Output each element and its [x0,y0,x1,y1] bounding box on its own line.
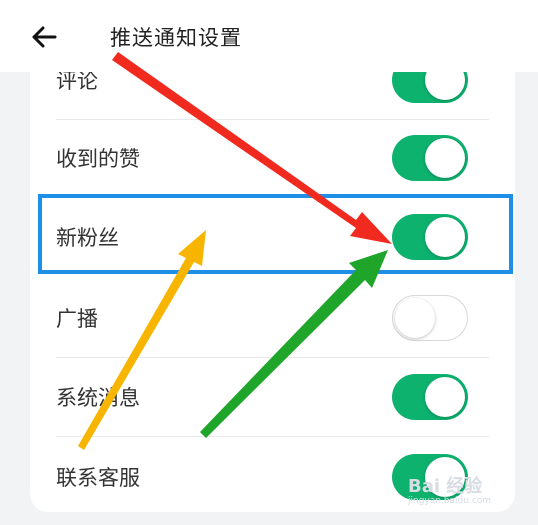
top-bar: 推送通知设置 [0,0,538,72]
setting-row-system-messages: 系统消息 [30,357,515,437]
toggle-knob [425,217,465,257]
page-title: 推送通知设置 [110,26,242,50]
toggle-knob [395,298,435,338]
toggle-knob [425,138,465,178]
setting-label: 联系客服 [56,466,140,490]
setting-row-new-followers: 新粉丝 [30,197,515,277]
new-followers-toggle[interactable] [392,214,468,260]
setting-label: 系统消息 [56,386,140,410]
toggle-knob [425,377,465,417]
setting-row-broadcast: 广播 [30,278,515,358]
setting-row-likes: 收到的赞 [30,118,515,198]
setting-label: 收到的赞 [56,147,140,171]
watermark-text: Bai 经验 [408,476,483,497]
setting-label: 新粉丝 [56,226,119,250]
arrow-left-icon [32,26,57,48]
watermark: Bai 经验 jingyan.baidu.com [408,472,491,506]
likes-toggle[interactable] [392,135,468,181]
system-messages-toggle[interactable] [392,374,468,420]
broadcast-toggle[interactable] [392,295,468,341]
setting-label: 广播 [56,307,98,331]
watermark-sub: jingyan.baidu.com [408,496,492,506]
back-button[interactable] [26,22,62,52]
